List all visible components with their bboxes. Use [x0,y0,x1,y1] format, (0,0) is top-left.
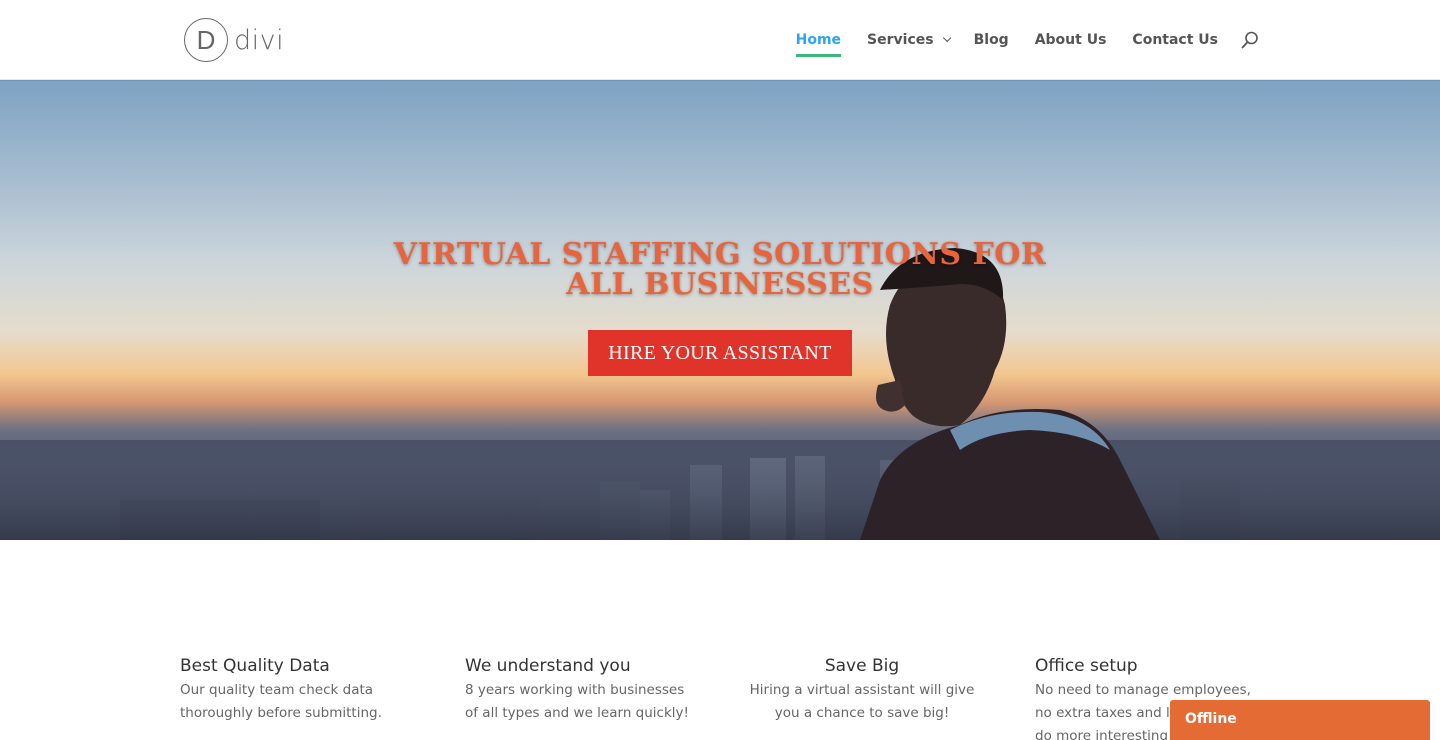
feature-we-understand-you: We understand you 8 years working with b… [465,654,705,725]
feature-text: Hiring a virtual assistant will give you… [749,682,975,721]
nav-item-label: Home [795,32,842,48]
nav-item-label: Blog [973,32,1009,48]
nav-item-about-us[interactable]: About Us [1035,0,1107,80]
feature-best-quality-data: Best Quality Data Our quality team check… [180,654,420,725]
nav-item-label: About Us [1034,32,1107,48]
nav-item-label: Contact Us [1132,32,1218,48]
hire-assistant-button[interactable]: HIRE YOUR ASSISTANT [588,330,852,376]
site-header: D divi Home Services Blog About Us Conta… [0,0,1440,80]
nav-item-blog[interactable]: Blog [974,0,1009,80]
nav-item-label: Services [867,32,934,48]
features-section: Best Quality Data Our quality team check… [180,654,1260,740]
chevron-down-icon [942,33,951,43]
nav-item-home[interactable]: Home [795,0,842,80]
nav-item-services[interactable]: Services [867,0,951,80]
feature-title: Best Quality Data [180,656,330,676]
nav-item-contact-us[interactable]: Contact Us [1132,0,1218,80]
feature-text: Our quality team check data thoroughly b… [180,682,382,721]
hero-title: VIRTUAL STAFFING SOLUTIONS FOR ALL BUSIN… [393,237,1047,302]
site-logo[interactable]: D divi [184,18,284,62]
main-nav: Home Services Blog About Us Contact Us [795,0,1260,80]
feature-title: We understand you [465,656,631,676]
feature-text: 8 years working with businesses of all t… [465,682,689,721]
chat-status-label: Offline [1185,711,1237,727]
search-icon[interactable] [1240,30,1260,50]
chat-offline-tab[interactable]: Offline [1170,700,1430,740]
logo-mark: D [184,18,228,62]
hero-content: VIRTUAL STAFFING SOLUTIONS FOR ALL BUSIN… [0,240,1440,376]
feature-save-big: Save Big Hiring a virtual assistant will… [745,654,979,725]
logo-text: divi [234,24,285,56]
feature-title: Save Big [824,656,900,676]
feature-title: Office setup [1035,656,1138,676]
hero-section: VIRTUAL STAFFING SOLUTIONS FOR ALL BUSIN… [0,80,1440,540]
